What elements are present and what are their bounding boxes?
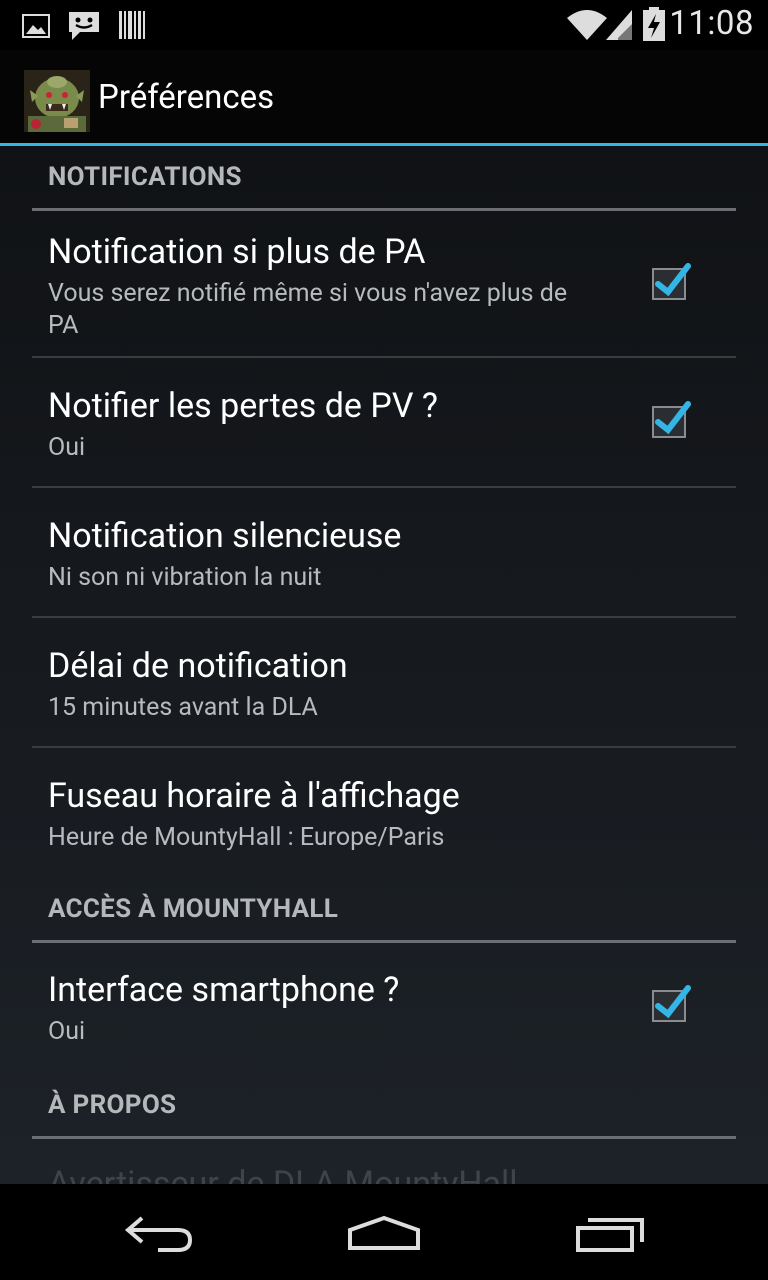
barcode-icon [119,11,145,39]
pref-notifier-pertes-pv[interactable]: Notifier les pertes de PV ? Oui [32,358,736,488]
action-bar: Préférences [0,50,768,146]
checkbox-notification-plus-de-pa[interactable] [652,263,691,300]
pref-summary: Oui [48,433,86,462]
pref-title: Notifier les pertes de PV ? [48,386,438,426]
pref-summary: 15 minutes avant la DLA [48,693,318,722]
pref-summary: Oui [48,1017,86,1046]
section-header-acces-mountyhall: ACCÈS À MOUNTYHALL [32,894,736,943]
battery-charging-icon [643,7,665,41]
troll-app-icon[interactable] [24,70,90,132]
pref-summary: Ni son ni vibration la nuit [48,563,322,592]
section-header-a-propos: À PROPOS [32,1090,736,1139]
home-icon[interactable] [346,1214,422,1254]
status-bar: 11:08 [0,0,768,50]
messenger-icon [69,12,99,40]
section-header-label: NOTIFICATIONS [48,162,242,192]
check-icon [655,985,691,1019]
back-icon[interactable] [122,1214,196,1254]
pref-summary: Heure de MountyHall : Europe/Paris [48,823,445,852]
navigation-bar [0,1184,768,1280]
image-icon [22,14,50,38]
check-icon [655,263,691,297]
pref-notification-plus-de-pa[interactable]: Notification si plus de PA Vous serez no… [32,210,736,358]
pref-interface-smartphone[interactable]: Interface smartphone ? Oui [32,942,736,1070]
pref-title: Interface smartphone ? [48,970,400,1010]
section-header-label: À PROPOS [48,1090,177,1120]
section-header-label: ACCÈS À MOUNTYHALL [48,894,339,924]
pref-fuseau-horaire[interactable]: Fuseau horaire à l'affichage Heure de Mo… [32,748,736,876]
checkbox-notifier-pertes-pv[interactable] [652,401,691,438]
recent-apps-icon[interactable] [574,1214,646,1254]
pref-title: Fuseau horaire à l'affichage [48,776,460,816]
check-icon [655,401,691,435]
signal-icon [606,10,632,40]
wifi-icon [567,10,607,40]
pref-notification-silencieuse[interactable]: Notification silencieuse Ni son ni vibra… [32,488,736,618]
pref-title-avertisseur[interactable]: Avertisseur de DLA MountyHall [48,1164,517,1184]
pref-title: Notification silencieuse [48,516,402,556]
pref-delai-notification[interactable]: Délai de notification 15 minutes avant l… [32,618,736,748]
pref-title: Notification si plus de PA [48,232,426,272]
preferences-list[interactable]: NOTIFICATIONS Notification si plus de PA… [0,146,768,1184]
checkbox-interface-smartphone[interactable] [652,985,691,1022]
clock: 11:08 [669,4,754,43]
page-title: Préférences [98,78,275,117]
section-header-notifications: NOTIFICATIONS [32,162,736,211]
pref-title: Délai de notification [48,646,348,686]
pref-summary: Vous serez notifié même si vous n'avez p… [48,279,568,340]
